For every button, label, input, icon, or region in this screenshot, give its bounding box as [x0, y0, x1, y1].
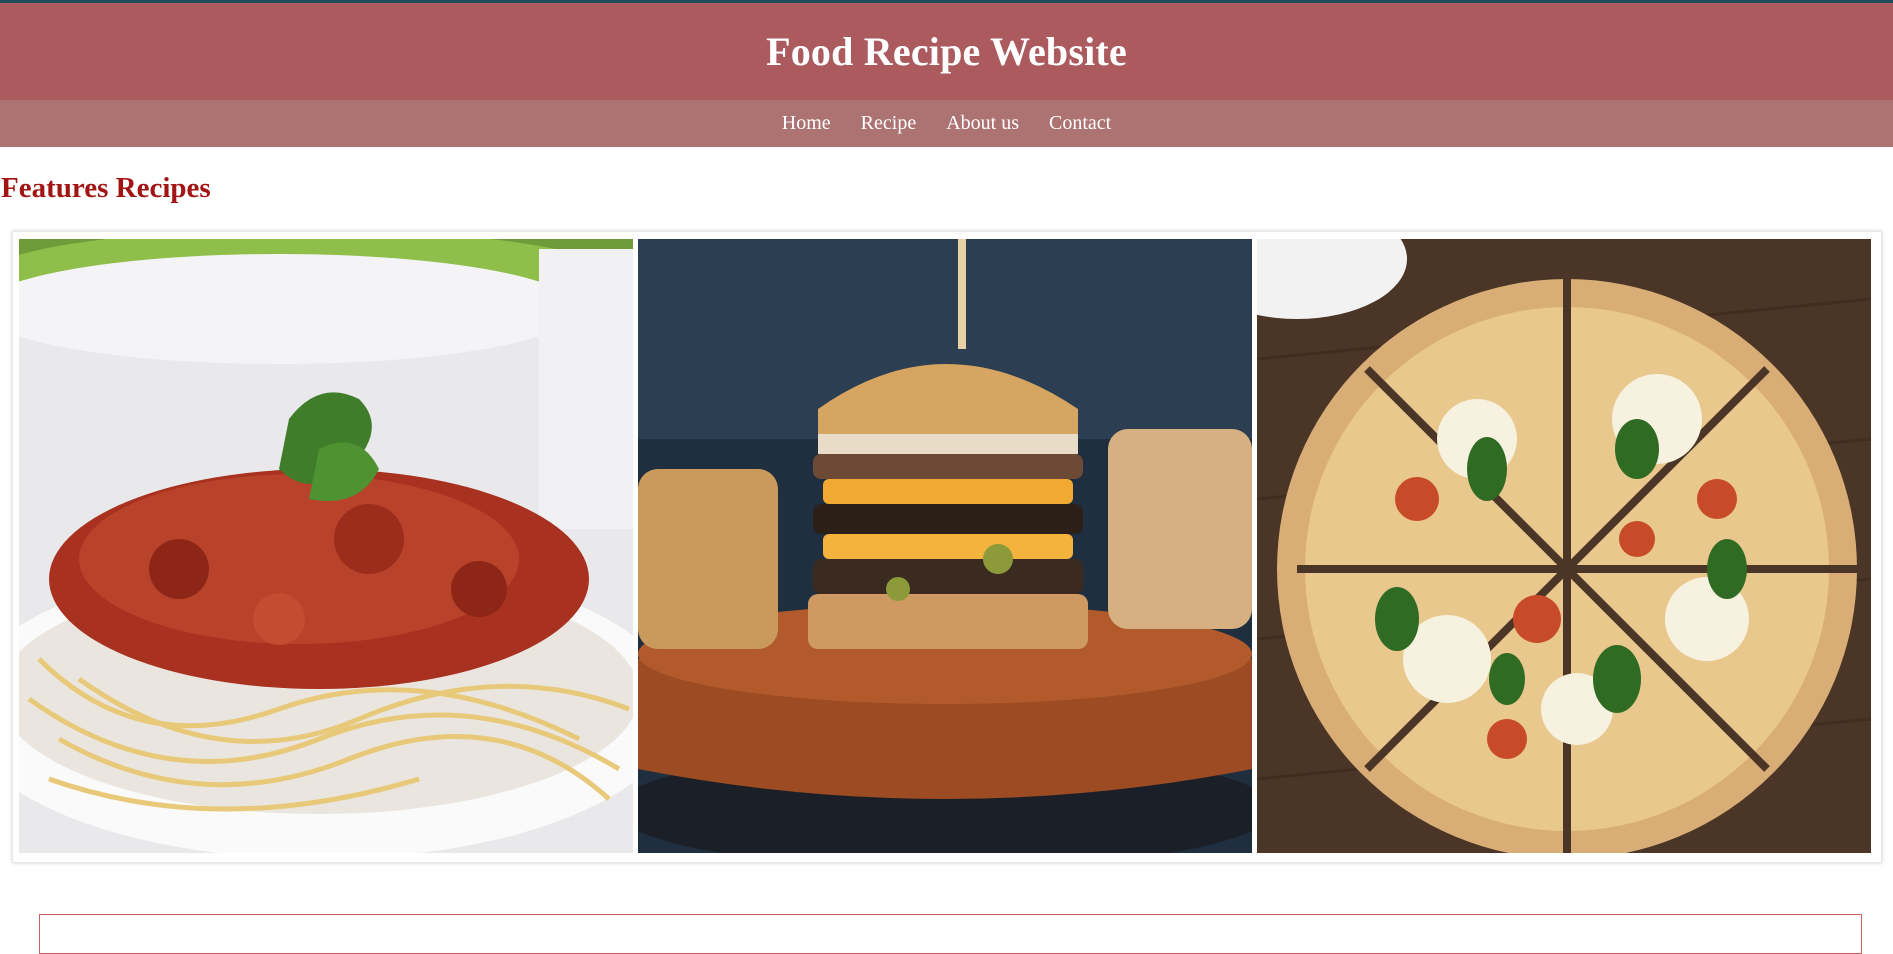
content-box: [39, 914, 1862, 954]
site-header: Food Recipe Website: [0, 3, 1893, 100]
site-title: Food Recipe Website: [766, 29, 1127, 74]
nav-contact-link[interactable]: Contact: [1049, 112, 1111, 135]
nav-home-link[interactable]: Home: [782, 112, 831, 135]
spaghetti-illustration: [19, 239, 633, 853]
recipe-gallery: [12, 231, 1882, 863]
main-nav: Home Recipe About us Contact: [0, 100, 1893, 147]
nav-recipe-link[interactable]: Recipe: [861, 112, 917, 135]
spaghetti-image[interactable]: [19, 239, 633, 853]
features-recipes-heading: Features Recipes: [1, 172, 211, 204]
pizza-image[interactable]: [1257, 239, 1871, 853]
burger-illustration: [638, 239, 1252, 853]
pizza-illustration: [1257, 239, 1871, 853]
burger-image[interactable]: [638, 239, 1252, 853]
nav-about-link[interactable]: About us: [946, 112, 1019, 135]
